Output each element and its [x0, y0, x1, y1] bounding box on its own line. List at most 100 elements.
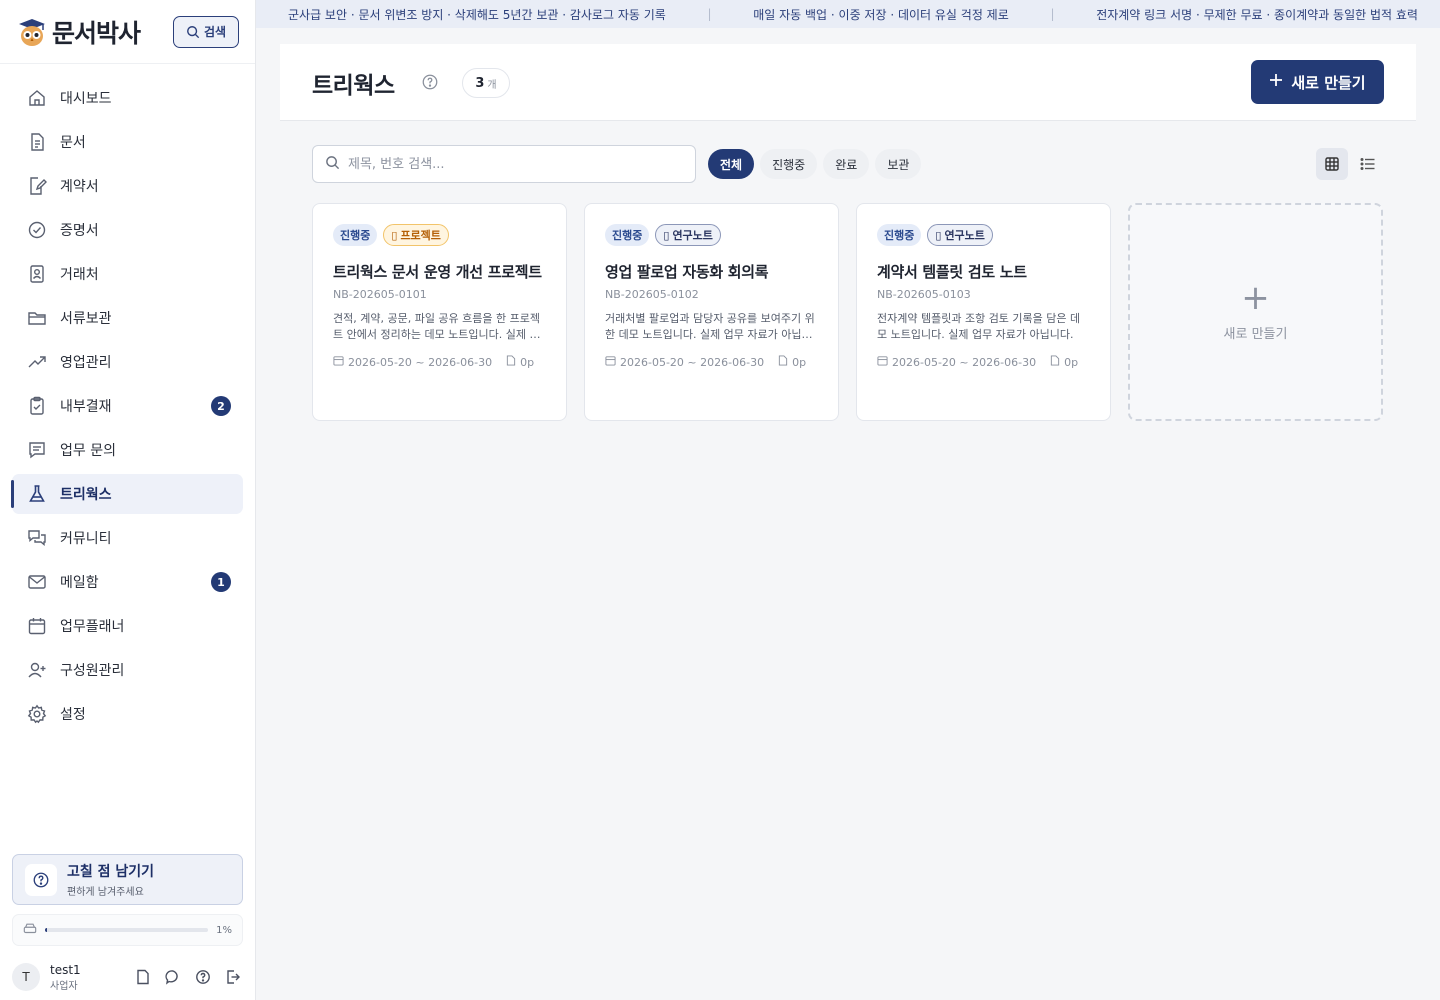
filter-in-progress[interactable]: 진행중: [760, 149, 818, 179]
chat-icon: [26, 527, 48, 549]
status-filters: 전체 진행중 완료 보관: [708, 149, 922, 179]
sidebar-item-mailbox[interactable]: 메일함 1: [12, 562, 243, 602]
user-profile: T test1 사업자: [12, 960, 243, 994]
storage-icon: [23, 921, 37, 940]
question-bubble-icon: [25, 863, 57, 896]
status-badge: 진행중: [333, 224, 378, 246]
flask-icon: [26, 483, 48, 505]
status-badge: 진행중: [877, 224, 922, 246]
user-role: 사업자: [50, 980, 78, 992]
sidebar-item-label: 구성원관리: [60, 663, 125, 679]
tag-glyph-icon: ▯: [663, 228, 670, 242]
help-icon[interactable]: [421, 73, 439, 95]
grid-view-button[interactable]: [1316, 148, 1348, 180]
type-badge: ▯ 연구노트: [927, 224, 993, 246]
page-icon: [778, 355, 788, 369]
sidebar-item-members[interactable]: 구성원관리: [12, 650, 243, 690]
card-meta: 2026-05-20 ~ 2026-06-30 0p: [333, 355, 546, 369]
filter-archived[interactable]: 보관: [875, 149, 922, 179]
user-add-icon: [26, 659, 48, 681]
plus-icon: [1269, 73, 1283, 91]
plus-icon: +: [1241, 277, 1270, 318]
sidebar-item-settings[interactable]: 설정: [12, 694, 243, 734]
sidebar-item-approval[interactable]: 내부결재 2: [12, 386, 243, 426]
card-title: 영업 팔로업 자동화 회의록: [605, 263, 769, 281]
feedback-title: 고칠 점 남기기: [67, 864, 155, 880]
page-header: 트리웍스 3 개 새로 만들기: [280, 44, 1416, 121]
sidebar-item-label: 업무 문의: [60, 443, 116, 459]
sidebar-item-inquiry[interactable]: 업무 문의: [12, 430, 243, 470]
banner-item: 전자계약 링크 서명 · 무제한 무료 · 종이계약과 동일한 법적 효력: [1096, 7, 1418, 22]
card-description: 거래처별 팔로업과 담당자 공유를 보여주기 위한 데모 노트입니다. 실제 업…: [605, 312, 815, 341]
status-badge: 진행중: [605, 224, 650, 246]
logout-icon[interactable]: [223, 967, 243, 987]
chat-bubble-icon[interactable]: [163, 967, 183, 987]
logo[interactable]: 문서박사: [16, 14, 141, 50]
storage-progress-fill: [45, 928, 47, 932]
sidebar-item-label: 증명서: [60, 223, 99, 239]
card-title: 계약서 템플릿 검토 노트: [877, 263, 1027, 281]
sidebar-item-community[interactable]: 커뮤니티: [12, 518, 243, 558]
sidebar-item-label: 거래처: [60, 267, 99, 283]
filter-completed[interactable]: 완료: [823, 149, 870, 179]
calendar-icon: [605, 355, 616, 369]
grid-icon: [1325, 157, 1339, 171]
item-count: 3: [475, 75, 485, 91]
clipboard-check-icon: [26, 395, 48, 417]
card-description: 전자계약 템플릿과 조항 검토 기록을 담은 데모 노트입니다. 실제 업무 자…: [877, 312, 1081, 341]
notebook-card[interactable]: 진행중 ▯ 연구노트 계약서 템플릿 검토 노트 NB-202605-0103 전…: [856, 203, 1111, 421]
new-item-button[interactable]: 새로 만들기: [1251, 60, 1384, 104]
sidebar-item-label: 대시보드: [60, 91, 112, 107]
card-meta: 2026-05-20 ~ 2026-06-30 0p: [877, 355, 1090, 369]
sidebar-item-contracts[interactable]: 계약서: [12, 166, 243, 206]
banner-divider: |: [707, 7, 712, 21]
type-badge: ▯ 프로젝트: [383, 224, 449, 246]
sidebar-item-label: 계약서: [60, 179, 99, 195]
sidebar-item-label: 문서: [60, 135, 86, 151]
calendar-icon: [877, 355, 888, 369]
avatar[interactable]: T: [12, 963, 40, 991]
type-badge-label: 연구노트: [944, 229, 985, 242]
storage-usage: 1%: [12, 914, 243, 946]
new-item-button-label: 새로 만들기: [1291, 73, 1366, 92]
page-icon: [1050, 355, 1060, 369]
calendar-icon: [333, 355, 344, 369]
card-grid: 진행중 ▯ 프로젝트 트리웍스 문서 운영 개선 프로젝트 NB-202605-0…: [312, 203, 1383, 421]
sidebar-item-clients[interactable]: 거래처: [12, 254, 243, 294]
card-dates: 2026-05-20 ~ 2026-06-30: [892, 355, 1037, 369]
card-dates: 2026-05-20 ~ 2026-06-30: [348, 355, 493, 369]
card-description: 견적, 계약, 공문, 파일 공유 흐름을 한 프로젝트 안에서 정리하는 데모…: [333, 312, 541, 341]
sidebar-item-label: 설정: [60, 707, 86, 723]
sidebar-item-label: 메일함: [60, 575, 99, 591]
filter-all[interactable]: 전체: [708, 149, 755, 179]
sidebar-header: 문서박사 검색: [0, 0, 255, 64]
sidebar-item-sales[interactable]: 영업관리: [12, 342, 243, 382]
sidebar-item-triworks[interactable]: 트리웍스: [11, 474, 243, 514]
sidebar-item-archive[interactable]: 서류보관: [12, 298, 243, 338]
notebook-card[interactable]: 진행중 ▯ 프로젝트 트리웍스 문서 운영 개선 프로젝트 NB-202605-0…: [312, 203, 567, 421]
page-title: 트리웍스: [312, 73, 395, 99]
document-icon[interactable]: [133, 967, 153, 987]
new-card-button[interactable]: + 새로 만들기: [1128, 203, 1383, 421]
card-meta: 2026-05-20 ~ 2026-06-30 0p: [605, 355, 818, 369]
card-pages: 0p: [520, 355, 535, 369]
sidebar-item-dashboard[interactable]: 대시보드: [12, 78, 243, 118]
sidebar-item-label: 업무플래너: [60, 619, 125, 635]
help-icon[interactable]: [193, 967, 213, 987]
feedback-button[interactable]: 고칠 점 남기기 편하게 남겨주세요: [12, 854, 243, 905]
sidebar-item-certificates[interactable]: 증명서: [12, 210, 243, 250]
list-icon: [1360, 158, 1375, 170]
tag-glyph-icon: ▯: [391, 228, 398, 242]
mail-icon: [26, 571, 48, 593]
mail-count-badge: 1: [211, 572, 231, 592]
list-view-button[interactable]: [1352, 148, 1384, 180]
message-icon: [26, 439, 48, 461]
owl-graduate-icon: [16, 16, 48, 48]
home-icon: [26, 87, 48, 109]
search-input[interactable]: [348, 156, 668, 172]
search-button[interactable]: 검색: [173, 15, 239, 48]
sidebar-item-planner[interactable]: 업무플래너: [12, 606, 243, 646]
notebook-card[interactable]: 진행중 ▯ 연구노트 영업 팔로업 자동화 회의록 NB-202605-0102 …: [584, 203, 839, 421]
search-field[interactable]: [312, 145, 696, 183]
sidebar-item-documents[interactable]: 문서: [12, 122, 243, 162]
